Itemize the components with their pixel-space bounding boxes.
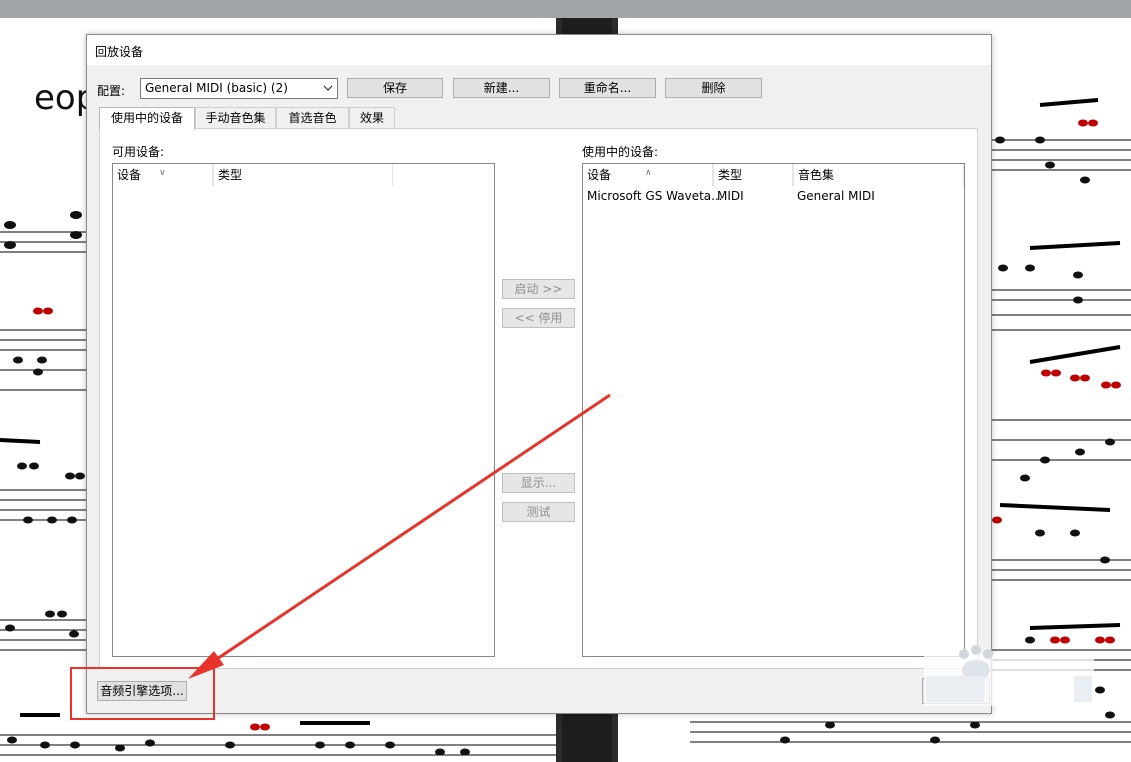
tab-manual-sounds[interactable]: 手动音色集 <box>195 107 276 129</box>
watermark-logo <box>924 645 1094 706</box>
sort-caret-icon: ∨ <box>159 168 166 178</box>
playback-devices-dialog: 回放设备 配置: General MIDI (basic) (2) 保存 新建.… <box>86 34 992 714</box>
available-devices-list[interactable]: 设备 ∨ 类型 <box>112 163 495 657</box>
dialog-title: 回放设备 <box>95 45 144 59</box>
available-devices-label: 可用设备: <box>112 145 165 159</box>
dialog-footer <box>87 670 991 713</box>
save-button[interactable]: 保存 <box>347 78 443 98</box>
new-button[interactable]: 新建... <box>453 78 550 98</box>
column-header-type[interactable]: 类型 <box>213 164 393 186</box>
column-header-device[interactable]: 设备 ∨ <box>113 164 213 186</box>
table-row[interactable]: Microsoft GS Waveta... MIDI General MIDI <box>583 186 964 206</box>
delete-button[interactable]: 删除 <box>665 78 762 98</box>
config-dropdown[interactable]: General MIDI (basic) (2) <box>140 78 338 99</box>
active-devices-list[interactable]: 设备 ∧ 类型 音色集 Microsoft GS Waveta... MIDI … <box>582 163 965 657</box>
config-label: 配置: <box>97 84 126 98</box>
sort-caret-icon: ∧ <box>645 168 652 178</box>
annotation-highlight-box <box>70 667 215 720</box>
column-header-type[interactable]: 类型 <box>713 164 793 186</box>
test-button[interactable]: 测试 <box>502 502 575 522</box>
row-soundset: General MIDI <box>797 189 875 203</box>
column-header-soundset[interactable]: 音色集 <box>793 164 964 186</box>
row-device: Microsoft GS Waveta... <box>587 189 723 203</box>
tab-active-devices[interactable]: 使用中的设备 <box>99 107 195 130</box>
tab-effects[interactable]: 效果 <box>349 107 395 129</box>
tab-panel: 可用设备: 设备 ∨ 类型 使用中的设备: 设备 ∧ 类型 音色集 Micros… <box>99 128 978 669</box>
rename-button[interactable]: 重命名... <box>559 78 656 98</box>
active-devices-label: 使用中的设备: <box>582 145 659 159</box>
row-type: MIDI <box>717 189 744 203</box>
deactivate-button[interactable]: << 停用 <box>502 308 575 328</box>
activate-button[interactable]: 启动 >> <box>502 279 575 299</box>
dialog-titlebar[interactable]: 回放设备 <box>87 35 991 65</box>
tab-preferred-sounds[interactable]: 首选音色 <box>276 107 349 129</box>
chevron-down-icon <box>323 85 333 91</box>
show-button[interactable]: 显示... <box>502 473 575 493</box>
column-header-device[interactable]: 设备 ∧ <box>583 164 713 186</box>
config-dropdown-value: General MIDI (basic) (2) <box>145 81 288 95</box>
